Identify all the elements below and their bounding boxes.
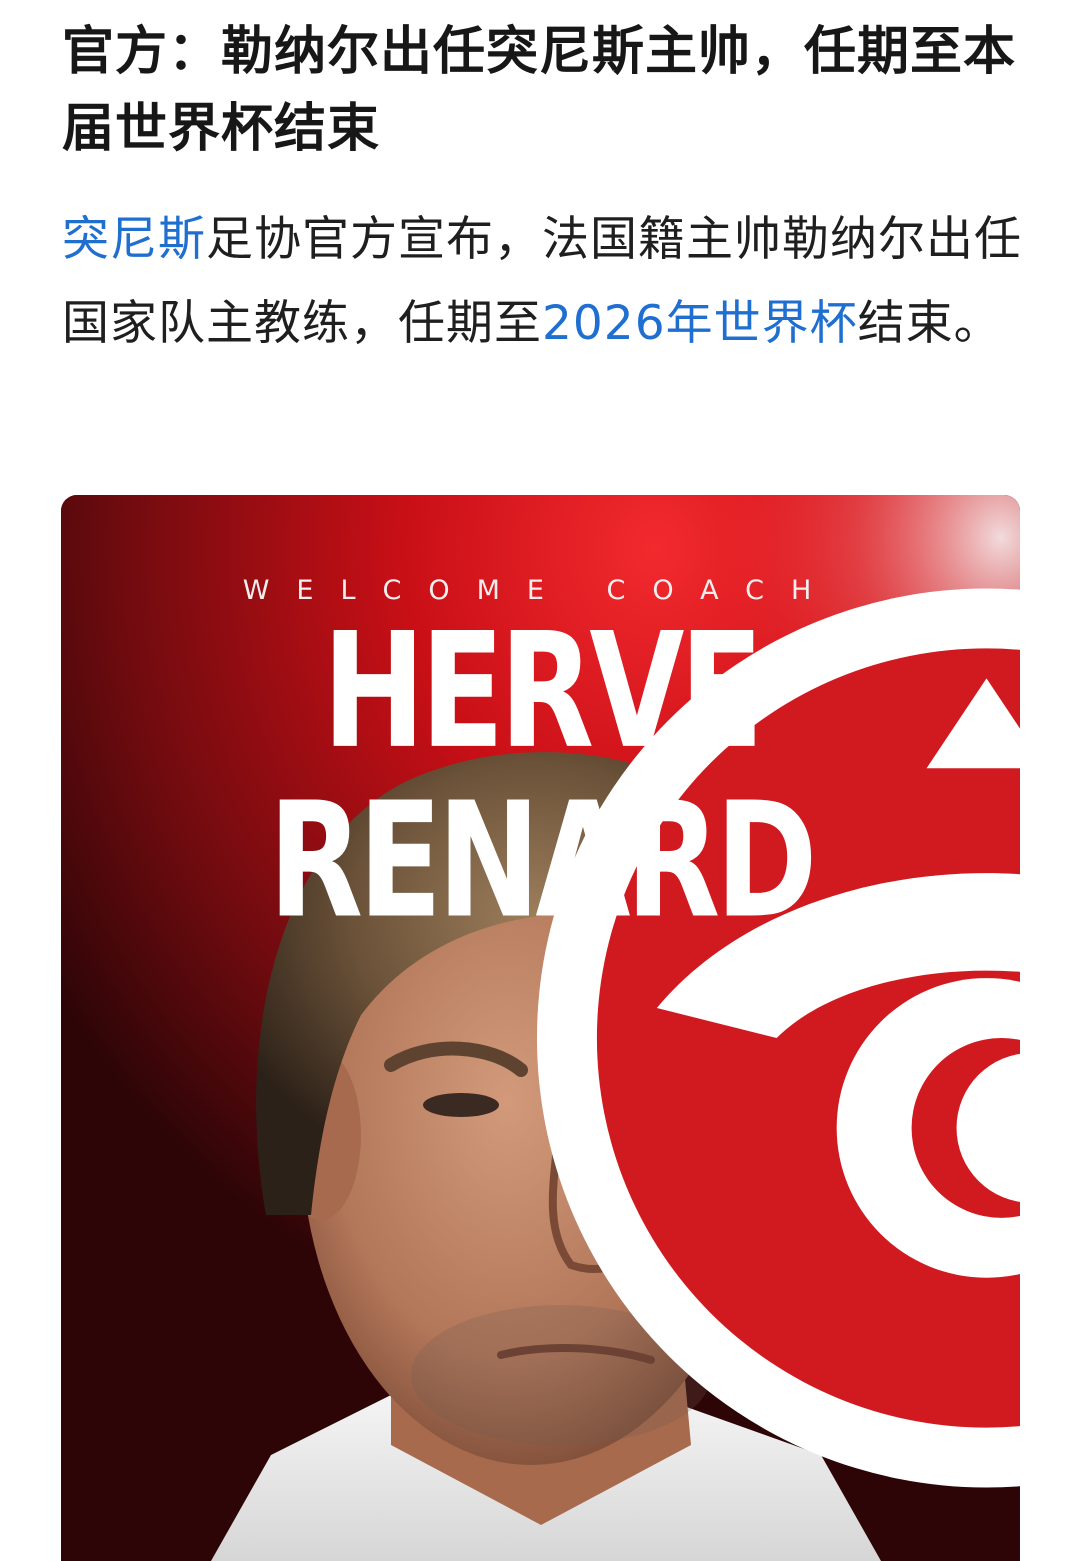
link-2026-world-cup[interactable]: 2026年世界杯 (542, 296, 858, 351)
coach-name-title: HERVE RENARD (268, 599, 817, 954)
article-headline: 官方：勒纳尔出任突尼斯主帅，任期至本届世界杯结束 (62, 22, 1017, 159)
article-body: 突尼斯足协官方宣布，法国籍主帅勒纳尔出任国家队主教练，任期至2026年世界杯结束… (62, 198, 1022, 366)
link-tunisia[interactable]: 突尼斯 (62, 212, 206, 267)
article-image[interactable]: WELCOME COACH HERVE RENARD (61, 495, 1020, 1561)
body-text-part-2: 结束。 (857, 296, 1002, 351)
article: 官方：勒纳尔出任突尼斯主帅，任期至本届世界杯结束 突尼斯足协官方宣布，法国籍主帅… (0, 0, 1080, 1561)
